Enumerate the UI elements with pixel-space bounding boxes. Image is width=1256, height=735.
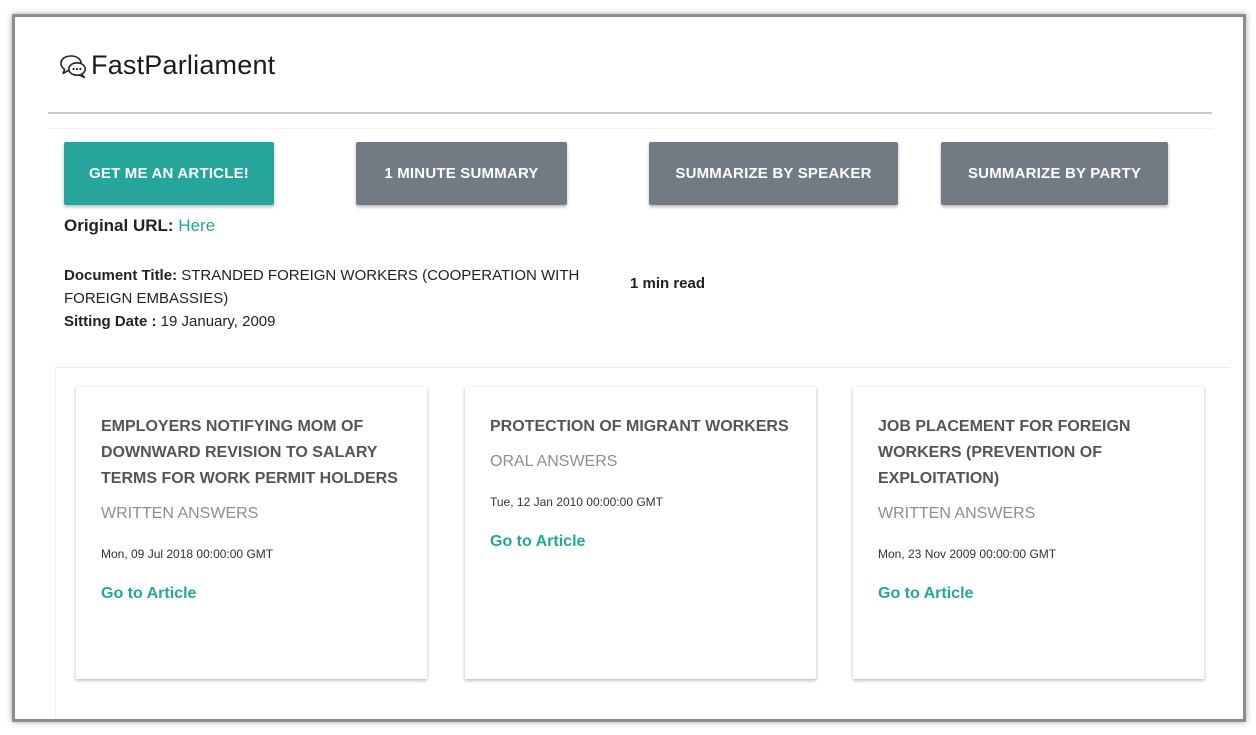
read-time: 1 min read bbox=[630, 275, 706, 292]
related-article-card: JOB PLACEMENT FOR FOREIGN WORKERS (PREVE… bbox=[853, 387, 1204, 679]
go-to-article-link[interactable]: Go to Article bbox=[101, 585, 196, 603]
card-date: Tue, 12 Jan 2010 00:00:00 GMT bbox=[490, 495, 663, 509]
card-title: PROTECTION OF MIGRANT WORKERS bbox=[490, 418, 789, 435]
document-title-line: Document Title: STRANDED FOREIGN WORKERS… bbox=[64, 264, 604, 310]
card-title: EMPLOYERS NOTIFYING MOM OF DOWNWARD REVI… bbox=[101, 418, 398, 487]
app-title: FastParliament bbox=[91, 49, 276, 80]
card-date: Mon, 09 Jul 2018 00:00:00 GMT bbox=[101, 547, 274, 561]
document-info: Document Title: STRANDED FOREIGN WORKERS… bbox=[64, 264, 604, 333]
get-article-button[interactable]: GET ME AN ARTICLE! bbox=[64, 142, 274, 205]
card-type: ORAL ANSWERS bbox=[490, 453, 618, 470]
related-article-card: PROTECTION OF MIGRANT WORKERS ORAL ANSWE… bbox=[465, 387, 816, 679]
document-title-label: Document Title: bbox=[64, 267, 178, 284]
one-minute-summary-button[interactable]: 1 MINUTE SUMMARY bbox=[356, 142, 567, 205]
app-header: FastParliament bbox=[15, 17, 1243, 113]
summarize-by-speaker-button[interactable]: SUMMARIZE BY SPEAKER bbox=[649, 142, 898, 205]
original-url: Original URL: Here bbox=[64, 216, 215, 236]
go-to-article-link[interactable]: Go to Article bbox=[878, 585, 973, 603]
card-title: JOB PLACEMENT FOR FOREIGN WORKERS (PREVE… bbox=[878, 418, 1131, 487]
go-to-article-link[interactable]: Go to Article bbox=[490, 533, 585, 551]
chat-bubbles-icon bbox=[60, 55, 86, 79]
card-type: WRITTEN ANSWERS bbox=[101, 505, 259, 522]
card-type: WRITTEN ANSWERS bbox=[878, 505, 1036, 522]
related-article-card: EMPLOYERS NOTIFYING MOM OF DOWNWARD REVI… bbox=[76, 387, 427, 679]
summarize-by-party-button[interactable]: SUMMARIZE BY PARTY bbox=[941, 142, 1168, 205]
original-url-label: Original URL: bbox=[64, 216, 174, 235]
original-url-link[interactable]: Here bbox=[178, 216, 215, 235]
sitting-date-line: Sitting Date : 19 January, 2009 bbox=[64, 310, 604, 333]
header-divider-light bbox=[48, 128, 1212, 129]
app-window: FastParliament GET ME AN ARTICLE! 1 MINU… bbox=[12, 14, 1246, 722]
sitting-date: 19 January, 2009 bbox=[160, 313, 276, 330]
card-date: Mon, 23 Nov 2009 00:00:00 GMT bbox=[878, 547, 1057, 561]
header-divider bbox=[48, 112, 1212, 114]
sitting-date-label: Sitting Date : bbox=[64, 313, 157, 330]
